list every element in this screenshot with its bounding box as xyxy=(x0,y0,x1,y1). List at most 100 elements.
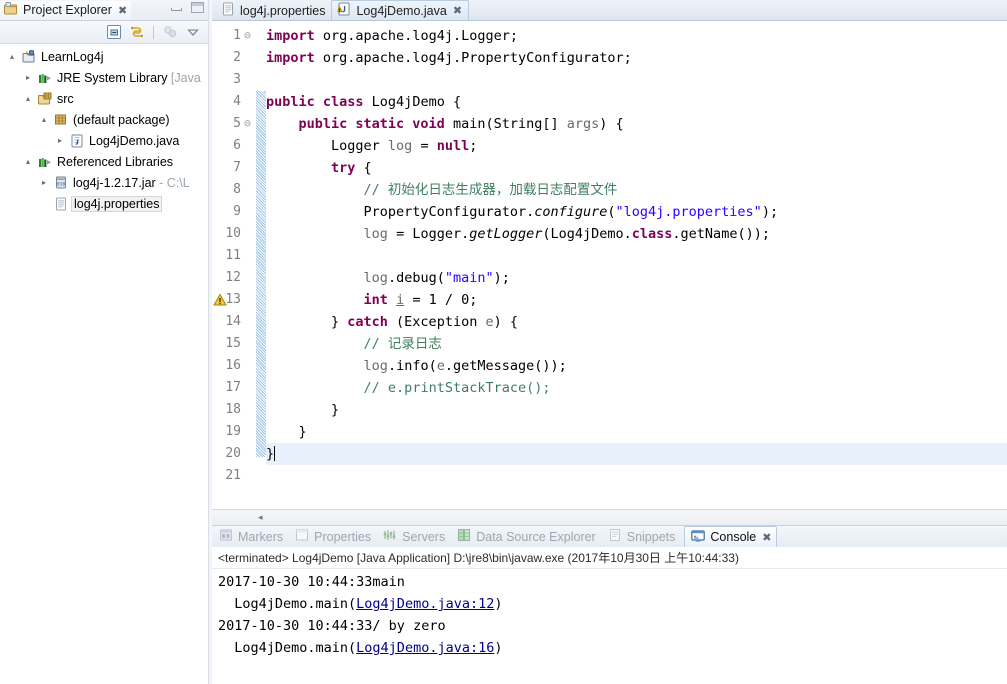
code-line-5[interactable]: public static void main(String[] args) { xyxy=(266,113,1007,135)
gutter-line-13[interactable]: 13 xyxy=(212,289,256,311)
code-line-11[interactable] xyxy=(266,245,1007,267)
code-token: ); xyxy=(493,270,510,286)
expand-arrow-closed-icon[interactable]: ▸ xyxy=(22,73,34,82)
tree-item-learnlog4j[interactable]: ▴ LearnLog4j xyxy=(0,46,208,67)
code-token: public class xyxy=(266,94,364,110)
gutter-line-21[interactable]: 21 xyxy=(212,465,256,487)
editor-horizontal-scrollbar[interactable]: ◂ xyxy=(212,509,1007,525)
code-line-1[interactable]: import org.apache.log4j.Logger; xyxy=(266,25,1007,47)
code-line-12[interactable]: log.debug("main"); xyxy=(266,267,1007,289)
code-line-8[interactable]: // 初始化日志生成器，加载日志配置文件 xyxy=(266,179,1007,201)
code-token: } xyxy=(266,446,275,462)
code-line-20[interactable]: } xyxy=(266,443,1007,465)
code-viewport[interactable]: 1 ⊝ 2 3 4 5 ⊝ 6 7 8 9 10 11 12 13 14 15 16 17 18 19 20 21 impo… xyxy=(212,20,1007,509)
gutter-line-16[interactable]: 16 xyxy=(212,355,256,377)
tree-item-jre-system-library[interactable]: ▸ JRE System Library [Java xyxy=(0,67,208,88)
code-line-18[interactable]: } xyxy=(266,399,1007,421)
link-with-editor-icon[interactable] xyxy=(129,24,145,40)
code-line-19[interactable]: } xyxy=(266,421,1007,443)
expand-arrow-open-icon[interactable]: ▴ xyxy=(6,52,18,61)
gutter-line-3[interactable]: 3 xyxy=(212,69,256,91)
code-line-4[interactable]: public class Log4jDemo { xyxy=(266,91,1007,113)
minimize-icon[interactable] xyxy=(170,2,183,13)
gutter-line-19[interactable]: 19 xyxy=(212,421,256,443)
tree-item-src[interactable]: ▴ src xyxy=(0,88,208,109)
tree-item-log4j-properties[interactable]: log4j.properties xyxy=(0,193,208,214)
close-icon[interactable]: ✖ xyxy=(762,531,771,544)
expand-arrow-open-icon[interactable]: ▴ xyxy=(22,94,34,103)
code-line-21[interactable] xyxy=(266,465,1007,487)
maximize-icon[interactable] xyxy=(191,2,204,13)
code-line-6[interactable]: Logger log = null; xyxy=(266,135,1007,157)
fold-collapse-icon[interactable]: ⊝ xyxy=(241,113,254,135)
gutter-line-8[interactable]: 8 xyxy=(212,179,256,201)
gutter-line-10[interactable]: 10 xyxy=(212,223,256,245)
bottom-tab-snippets[interactable]: Snippets xyxy=(607,527,675,547)
gutter-line-15[interactable]: 15 xyxy=(212,333,256,355)
gutter-line-9[interactable]: 9 xyxy=(212,201,256,223)
fold-collapse-icon[interactable]: ⊝ xyxy=(241,25,254,47)
gutter-line-1[interactable]: 1 ⊝ xyxy=(212,25,256,47)
source-code-text[interactable]: import org.apache.log4j.Logger; import or… xyxy=(266,21,1007,509)
collapse-all-icon[interactable] xyxy=(106,24,122,40)
tree-item-referenced-libraries[interactable]: ▴ Referenced Libraries xyxy=(0,151,208,172)
code-line-14[interactable]: } catch (Exception e) { xyxy=(266,311,1007,333)
stack-trace-link[interactable]: Log4jDemo.java:16 xyxy=(356,640,494,656)
gutter-line-12[interactable]: 12 xyxy=(212,267,256,289)
code-token: configure xyxy=(534,204,608,220)
code-line-17[interactable]: // e.printStackTrace(); xyxy=(266,377,1007,399)
gutter-line-17[interactable]: 17 xyxy=(212,377,256,399)
code-line-3[interactable] xyxy=(266,69,1007,91)
code-line-10[interactable]: log = Logger.getLogger(Log4jDemo.class.g… xyxy=(266,223,1007,245)
bottom-tab-markers[interactable]: Markers xyxy=(218,527,283,547)
project-tree[interactable]: ▴ LearnLog4j ▸ JRE System Library [Java ▴ src… xyxy=(0,44,208,684)
view-menu-icon[interactable] xyxy=(185,24,201,40)
expand-arrow-open-icon[interactable]: ▴ xyxy=(38,115,50,124)
expand-arrow-open-icon[interactable]: ▴ xyxy=(22,157,34,166)
code-line-13[interactable]: int i = 1 / 0; xyxy=(266,289,1007,311)
scroll-left-arrow-icon[interactable]: ◂ xyxy=(258,513,263,523)
tree-item-label-box: src xyxy=(57,92,74,106)
gutter-line-2[interactable]: 2 xyxy=(212,47,256,69)
gutter-line-5[interactable]: 5 ⊝ xyxy=(212,113,256,135)
tab-project-explorer[interactable]: Project Explorer ✖ xyxy=(0,0,132,20)
tree-item-log4jdemo-java[interactable]: ▸ Log4jDemo.java xyxy=(0,130,208,151)
gutter-line-18[interactable]: 18 xyxy=(212,399,256,421)
code-line-7[interactable]: try { xyxy=(266,157,1007,179)
editor-tab-log4j-properties[interactable]: log4j.properties xyxy=(216,1,331,20)
close-icon[interactable]: ✖ xyxy=(453,4,462,17)
editor-tab-log4jdemo-java[interactable]: Log4jDemo.java ✖ xyxy=(331,0,470,20)
bottom-tab-properties[interactable]: Properties xyxy=(294,527,371,547)
code-line-9[interactable]: PropertyConfigurator.configure("log4j.pr… xyxy=(266,201,1007,223)
code-line-16[interactable]: log.info(e.getMessage()); xyxy=(266,355,1007,377)
code-line-15[interactable]: // 记录日志 xyxy=(266,333,1007,355)
close-icon[interactable]: ✖ xyxy=(118,4,127,17)
svg-text:010: 010 xyxy=(57,181,66,187)
expand-arrow-closed-icon[interactable]: ▸ xyxy=(38,178,50,187)
console-text: 2017-10-30 10:44:33/ by zero xyxy=(218,618,446,634)
code-token: ); xyxy=(761,204,779,220)
gutter-line-14[interactable]: 14 xyxy=(212,311,256,333)
gutter-line-20[interactable]: 20 xyxy=(212,443,256,465)
line-number: 7 xyxy=(233,160,241,175)
stack-trace-link[interactable]: Log4jDemo.java:12 xyxy=(356,596,494,612)
bottom-tab-label: Data Source Explorer xyxy=(476,529,596,544)
tree-item-default-package[interactable]: ▴ (default package) xyxy=(0,109,208,130)
tree-item-log4j-1-2-17-jar[interactable]: ▸ 010 log4j-1.2.17.jar - C:\L xyxy=(0,172,208,193)
gutter-line-11[interactable]: 11 xyxy=(212,245,256,267)
bottom-tab-servers[interactable]: Servers xyxy=(382,527,445,547)
console-output[interactable]: 2017-10-30 10:44:33main Log4jDemo.main(L… xyxy=(212,569,1007,684)
code-line-2[interactable]: import org.apache.log4j.PropertyConfigur… xyxy=(266,47,1007,69)
bottom-tab-data-source-explorer[interactable]: Data Source Explorer xyxy=(456,527,596,547)
gutter-line-6[interactable]: 6 xyxy=(212,135,256,157)
tree-item-label: log4j-1.2.17.jar xyxy=(73,175,156,190)
expand-arrow-closed-icon[interactable]: ▸ xyxy=(54,136,66,145)
focus-on-active-task-icon[interactable] xyxy=(162,24,178,40)
bottom-tab-console[interactable]: Console ✖ xyxy=(684,526,778,547)
tree-item-label: src xyxy=(57,91,74,106)
gutter-line-4[interactable]: 4 xyxy=(212,91,256,113)
gutter-line-7[interactable]: 7 xyxy=(212,157,256,179)
